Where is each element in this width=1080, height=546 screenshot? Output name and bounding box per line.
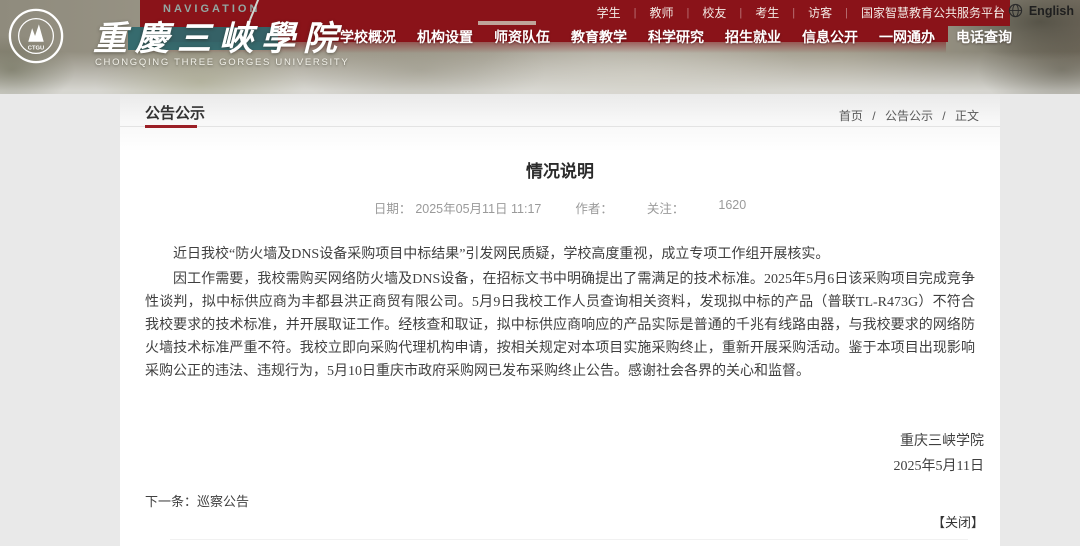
top-link-applicants[interactable]: 考生 — [755, 4, 779, 21]
nav-item-online-services[interactable]: 一网通办 — [879, 27, 935, 47]
top-link-divider: | — [739, 7, 742, 19]
nav-item-education-teaching[interactable]: 教育教学 — [571, 27, 627, 47]
university-name-en: CHONGQING THREE GORGES UNIVERSITY — [95, 57, 349, 68]
seal-text: CTGU — [28, 46, 44, 52]
meta-views-value: 1620 — [718, 198, 746, 217]
top-link-faculty[interactable]: 教师 — [649, 4, 673, 21]
top-link-smart-education-platform[interactable]: 国家智慧教育公共服务平台 — [861, 4, 1005, 21]
nav-item-organizations[interactable]: 机构设置 — [417, 27, 473, 47]
meta-date-value: 2025年05月11日 11:17 — [415, 198, 541, 217]
footer-divider — [170, 539, 968, 540]
article-footer: 下一条：巡察公告 【关闭】 — [145, 491, 984, 540]
university-logo[interactable]: CTGU 重慶三峽學院 CHONGQING THREE GORGES UNIVE… — [7, 5, 367, 85]
breadcrumb-section[interactable]: 公告公示 — [885, 109, 933, 123]
article-body: 近日我校“防火墙及DNS设备采购项目中标结果”引发网民质疑，学校高度重视，成立专… — [145, 243, 975, 383]
nav-indicator-dash — [478, 21, 536, 25]
article-signature: 重庆三峡学院 2025年5月11日 — [120, 429, 1000, 479]
article-title: 情况说明 — [120, 157, 1000, 182]
top-link-divider: | — [792, 7, 795, 19]
article-paragraph: 因工作需要，我校需购买网络防火墙及DNS设备，在招标文书中明确提出了需满足的技术… — [145, 268, 975, 383]
signature-name: 重庆三峡学院 — [120, 429, 984, 454]
nav-item-school-overview[interactable]: 学校概况 — [340, 27, 396, 47]
breadcrumb-separator: / — [942, 109, 945, 123]
article-paragraph: 近日我校“防火墙及DNS设备采购项目中标结果”引发网民质疑，学校高度重视，成立专… — [145, 243, 975, 266]
top-link-divider: | — [845, 7, 848, 19]
meta-date-label: 日期： — [374, 198, 412, 217]
top-link-visitors[interactable]: 访客 — [808, 4, 832, 21]
university-name-zh: 重慶三峽學院 — [93, 11, 373, 60]
nav-item-information-disclosure[interactable]: 信息公开 — [802, 27, 858, 47]
breadcrumb: 首页 / 公告公示 / 正文 — [836, 107, 982, 124]
top-link-alumni[interactable]: 校友 — [702, 4, 726, 21]
main-navigation: 学校概况 机构设置 师资队伍 教育教学 科学研究 招生就业 信息公开 一网通办 … — [340, 27, 1080, 47]
section-title-underline — [145, 125, 197, 128]
nav-item-admissions-employment[interactable]: 招生就业 — [725, 27, 781, 47]
section-title: 公告公示 — [145, 102, 205, 123]
top-link-divider: | — [687, 7, 690, 19]
close-button[interactable]: 【关闭】 — [932, 515, 984, 530]
breadcrumb-home[interactable]: 首页 — [839, 109, 863, 123]
signature-date: 2025年5月11日 — [120, 454, 984, 479]
top-link-divider: | — [634, 7, 637, 19]
top-link-students[interactable]: 学生 — [597, 4, 621, 21]
nav-item-faculty[interactable]: 师资队伍 — [494, 27, 550, 47]
top-link-divider: | — [995, 4, 998, 18]
article-meta: 日期： 2025年05月11日 11:17 作者： 关注： 1620 — [120, 198, 1000, 217]
breadcrumb-current: 正文 — [955, 109, 979, 123]
breadcrumb-separator: / — [872, 109, 875, 123]
site-header: NAVIGATION CTGU 重慶三峽學院 CHONGQING THREE G… — [0, 0, 1080, 94]
meta-views-label: 关注： — [647, 198, 685, 217]
nav-item-phone-directory[interactable]: 电话查询 — [956, 27, 1012, 47]
top-utility-links: 学生 | 教师 | 校友 | 考生 | 访客 | 国家智慧教育公共服务平台 — [597, 4, 1005, 21]
content-panel: 公告公示 首页 / 公告公示 / 正文 情况说明 日期： 2025年05月11日… — [120, 94, 1000, 546]
english-label: English — [1029, 4, 1074, 18]
prev-article-link[interactable]: 巡察公告 — [197, 494, 249, 509]
meta-author-label: 作者： — [575, 198, 613, 217]
globe-icon — [1008, 3, 1023, 18]
nav-item-scientific-research[interactable]: 科学研究 — [648, 27, 704, 47]
prev-article-label: 下一条： — [145, 494, 197, 509]
university-seal-icon: CTGU — [7, 7, 65, 65]
section-header: 公告公示 首页 / 公告公示 / 正文 — [120, 94, 1000, 127]
language-switch-english[interactable]: | English — [995, 3, 1074, 18]
